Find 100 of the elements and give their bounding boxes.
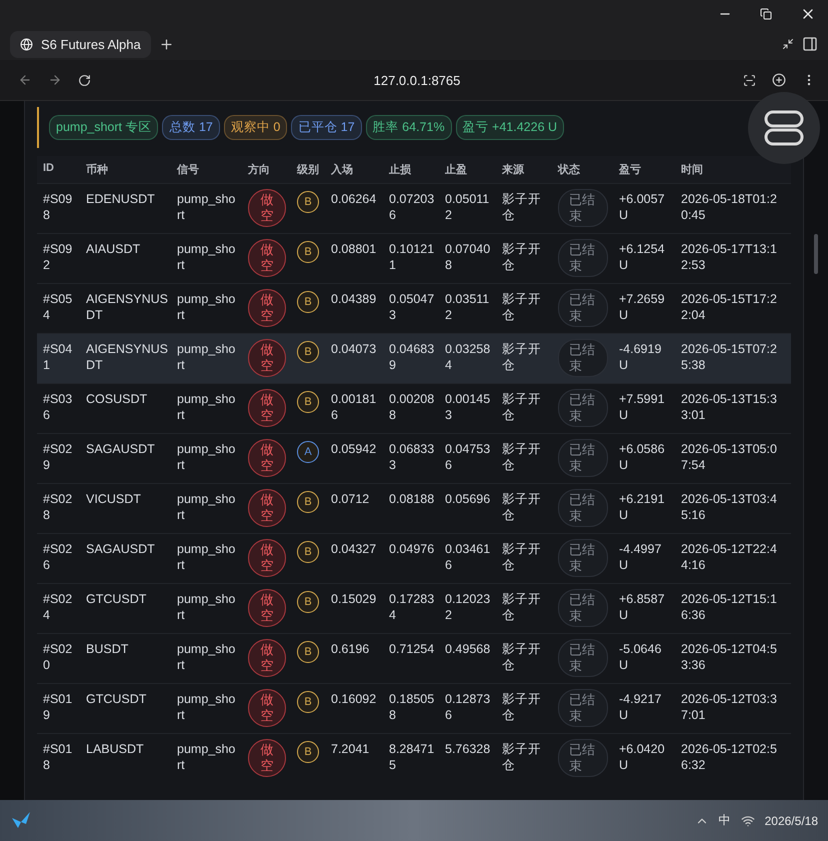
table-cell-text: +7.5991 U (619, 391, 666, 423)
table-cell-text: 影子开仓 (502, 291, 542, 323)
table-cell-text: #S098 (43, 191, 74, 223)
table-cell-text: -5.0646 U (619, 641, 662, 673)
table-cell-text: 0.0712 (331, 491, 370, 507)
table-cell-text: pump_short (177, 641, 236, 673)
table-cell-text: +6.8587 U (619, 591, 666, 623)
status-badge: 已结束 (558, 289, 608, 327)
table-cell-text: 0.070408 (445, 241, 492, 273)
table-cell-text: 影子开仓 (502, 591, 542, 623)
direction-badge: 做空 (248, 239, 286, 277)
table-cell-text: +6.2191 U (619, 491, 666, 523)
status-badge: 已结束 (558, 389, 608, 427)
table-cell-text: 影子开仓 (502, 391, 542, 423)
table-cell-text: 0.06264 (331, 191, 378, 207)
table-cell-text: 0.04976 (389, 541, 436, 557)
table-row[interactable]: #S041 AIGENSYNUSDT pump_short 做空 B 0.04073 0.046839 0.032584 影子开仓 已结束 -4.6919 U 2026-05-15T07:25:38 (37, 333, 791, 383)
address-field[interactable]: 127.0.0.1:8765 (107, 72, 727, 88)
column-header: 盈亏 (619, 163, 642, 177)
table-cell-text: 2026-05-13T05:07:54 (681, 441, 778, 473)
direction-badge: 做空 (248, 689, 286, 727)
column-header: 状态 (558, 162, 581, 177)
table-cell-text: #S028 (43, 491, 74, 523)
table-cell-text: 0.068333 (389, 441, 436, 473)
table-cell-text: +6.1254 U (619, 241, 666, 273)
table-cell-text: #S092 (43, 241, 74, 273)
table-cell-text: GTCUSDT (86, 591, 148, 607)
column-header: 来源 (502, 162, 525, 177)
table-cell-text: 影子开仓 (502, 491, 542, 523)
browser-tab[interactable]: S6 Futures Alpha (10, 30, 151, 58)
grade-badge: B (297, 341, 319, 363)
table-cell-text: 影子开仓 (502, 541, 542, 573)
table-cell-text: pump_short (177, 491, 236, 523)
table-cell-text: -4.6919 U (619, 341, 662, 373)
table-cell-text: pump_short (177, 741, 236, 773)
table-cell-text: #S024 (43, 591, 74, 623)
direction-badge: 做空 (248, 189, 286, 227)
table-cell-text: 0.050473 (389, 291, 436, 323)
table-cell-text: 5.76328 (445, 741, 492, 757)
table-cell-text: 0.04327 (331, 541, 378, 557)
table-cell-text: 0.120232 (445, 591, 492, 623)
direction-badge: 做空 (248, 439, 286, 477)
table-cell-text: 0.04389 (331, 291, 378, 307)
table-cell-text: 0.034616 (445, 541, 492, 573)
table-cell-text: #S018 (43, 741, 74, 773)
table-cell-text: BUSDT (86, 641, 130, 657)
input-method-indicator[interactable]: 中 (718, 812, 731, 829)
table-cell-text: LABUSDT (86, 741, 145, 757)
stat-badge: pump_short 专区 (49, 115, 158, 140)
table-cell-text: 0.072036 (389, 191, 436, 223)
table-cell-text: 7.2041 (331, 741, 370, 757)
table-cell-text: +6.0057 U (619, 191, 666, 223)
table-cell-text: #S054 (43, 291, 74, 323)
direction-badge: 做空 (248, 739, 286, 777)
column-header: 级别 (297, 163, 320, 177)
grade-badge: B (297, 391, 319, 413)
table-cell-text: 2026-05-13T15:33:01 (681, 391, 778, 423)
column-header: 止盈 (445, 162, 468, 177)
table-cell-text: 0.050112 (445, 191, 490, 223)
table-cell-text: EDENUSDT (86, 191, 156, 207)
table-cell-text: 影子开仓 (502, 741, 542, 773)
status-badge: 已结束 (558, 639, 608, 677)
table-cell-text: 2026-05-17T13:12:53 (681, 241, 778, 273)
table-cell-text: pump_short (177, 391, 236, 423)
table-cell-text: pump_short (177, 191, 236, 223)
stat-badge: 盈亏 +41.4226 U (456, 115, 564, 140)
table-cell-text: 0.04073 (331, 341, 378, 357)
table-cell-text: AIGENSYNUSDT (86, 341, 169, 373)
table-cell-text: #S020 (43, 641, 74, 673)
table-cell-text: +6.0420 U (619, 741, 666, 773)
table-cell-text: #S026 (43, 541, 74, 573)
table-cell-text: SAGAUSDT (86, 441, 156, 457)
table-cell-text: 0.49568 (445, 641, 492, 657)
table-cell-text: 影子开仓 (502, 341, 542, 373)
table-cell-text: 8.284715 (389, 741, 436, 773)
direction-badge: 做空 (248, 389, 286, 427)
table-cell-text: 影子开仓 (502, 641, 542, 673)
table-cell-text: 2026-05-12T22:44:16 (681, 541, 778, 573)
status-badge: 已结束 (558, 589, 608, 627)
table-cell-text: #S041 (43, 341, 74, 373)
direction-badge: 做空 (248, 489, 286, 527)
table-cell-text: 0.172834 (389, 591, 436, 623)
stat-badge: 总数 17 (162, 115, 220, 140)
table-cell-text: 0.05696 (445, 491, 492, 507)
table-cell-text: COSUSDT (86, 391, 148, 407)
table-cell-text: 0.16092 (331, 691, 378, 707)
table-cell-text: 0.6196 (331, 641, 370, 657)
stat-badge: 观察中 0 (224, 115, 288, 140)
table-cell-text: 影子开仓 (502, 191, 542, 223)
status-badge: 已结束 (558, 489, 608, 527)
table-cell-text: 2026-05-12T04:53:36 (681, 641, 778, 673)
column-header: 方向 (248, 162, 271, 177)
column-header: 时间 (681, 162, 704, 177)
direction-badge: 做空 (248, 589, 286, 627)
status-badge: 已结束 (558, 339, 608, 377)
table-cell-text: 0.047536 (445, 441, 492, 473)
table-cell-text: pump_short (177, 291, 236, 323)
status-badge: 已结束 (558, 689, 608, 727)
column-header: 止损 (389, 162, 412, 177)
table-cell-text: AIGENSYNUSDT (86, 291, 169, 323)
